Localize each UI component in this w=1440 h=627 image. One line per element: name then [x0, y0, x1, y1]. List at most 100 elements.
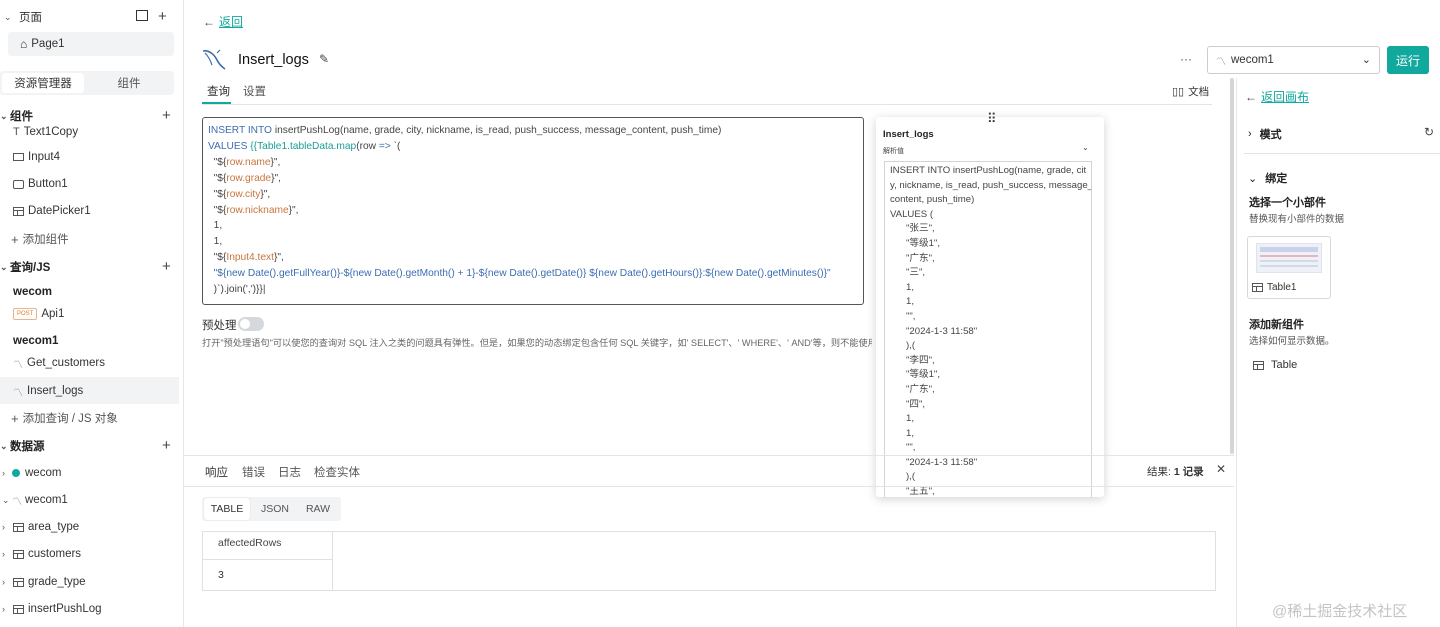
evaluated-line: ),(	[890, 340, 916, 352]
widget-item[interactable]: DatePicker1	[13, 200, 91, 222]
evaluated-line: "张三",	[890, 223, 935, 235]
code-token: "${new Date().getFullYear()}-${new Date(…	[208, 268, 831, 280]
add-page-icon[interactable]: +	[158, 9, 167, 24]
select-widget-desc: 替换现有小部件的数据	[1249, 214, 1345, 225]
add-widget-link[interactable]: + 添加组件	[11, 228, 69, 250]
code-token: "${	[208, 252, 227, 264]
table-item[interactable]: › area_type	[2, 516, 79, 538]
datasource-wecom1[interactable]: ⌄ 〽 wecom1	[2, 489, 68, 511]
format-json[interactable]: JSON	[254, 498, 296, 520]
query-item-get-customers[interactable]: 〽 Get_customers	[13, 352, 105, 374]
table-icon	[13, 577, 24, 587]
datasource-wecom[interactable]: › wecom	[2, 462, 61, 484]
docs-label: 文档	[1188, 86, 1210, 98]
evaluated-line: INSERT INTO insertPushLog(name, grade, c…	[890, 165, 1087, 176]
popup-subtitle: 解析值	[883, 148, 904, 155]
evaluated-line: "",	[890, 442, 916, 454]
bind-section[interactable]: ⌄ 绑定	[1248, 170, 1287, 186]
evaluated-line: "等级1",	[890, 369, 940, 381]
tab-logs[interactable]: 日志	[278, 464, 301, 480]
query-title[interactable]: Insert_logs	[238, 52, 309, 68]
chevron-down-icon[interactable]: ⌄	[1082, 143, 1089, 152]
table-icon	[13, 549, 24, 559]
refresh-icon[interactable]: ↻	[1424, 125, 1434, 139]
chevron-right-icon: ›	[2, 604, 5, 614]
more-options-icon[interactable]: ···	[1180, 52, 1192, 66]
mode-section[interactable]: › 模式	[1248, 126, 1282, 142]
docs-link[interactable]: ▯▯ 文档	[1172, 84, 1209, 99]
table-icon	[1253, 360, 1264, 370]
format-table[interactable]: TABLE	[204, 498, 250, 520]
tab-widgets[interactable]: 组件	[86, 73, 172, 93]
widget-card-name: Table1	[1267, 282, 1297, 293]
evaluated-line: 1,	[890, 413, 914, 425]
add-datasource-icon[interactable]: +	[162, 438, 171, 453]
code-token: }",	[270, 156, 281, 168]
code-token: row.nickname	[226, 204, 289, 216]
table-item[interactable]: › customers	[2, 543, 81, 565]
pages-label: 页面	[19, 12, 42, 24]
prepared-description: 打开"预处理语句"可以使您的查询对 SQL 注入之类的问题具有弹性。但是，如果您…	[202, 338, 872, 348]
code-token: }",	[288, 204, 299, 216]
widget-card-table1[interactable]: Table1	[1247, 236, 1331, 299]
evaluated-line: VALUES (	[890, 208, 934, 220]
home-icon: ⌂	[20, 37, 28, 51]
table-label: customers	[28, 548, 82, 560]
arrow-left-icon: ←	[203, 14, 215, 29]
back-to-canvas-label: 返回画布	[1261, 90, 1310, 104]
text-cursor: |	[262, 284, 266, 296]
page-item-page1[interactable]: ⌂ Page1	[8, 32, 174, 56]
widget-item[interactable]: Button1	[13, 173, 68, 195]
tab-inspect-entity[interactable]: 检查实体	[314, 464, 360, 480]
code-token: Table1.tableData.map	[257, 140, 357, 152]
edit-pencil-icon[interactable]: ✎	[319, 52, 329, 66]
tab-explorer[interactable]: 资源管理器	[2, 73, 84, 93]
editor-scrollbar[interactable]	[1230, 78, 1234, 454]
plus-icon: +	[11, 410, 19, 426]
prepared-toggle[interactable]	[238, 317, 264, 331]
query-item-api1[interactable]: POST Api1	[13, 303, 64, 325]
layout-icon[interactable]	[136, 10, 148, 21]
datasource-select[interactable]: 〽 wecom1 ⌄	[1207, 46, 1380, 74]
add-new-widget-title: 添加新组件	[1249, 319, 1304, 331]
evaluated-line: "四",	[890, 398, 926, 410]
table-label: grade_type	[28, 576, 86, 588]
datasources-section[interactable]: ⌄ 数据源	[0, 435, 45, 457]
tab-query[interactable]: 查询	[207, 83, 230, 99]
group-wecom: wecom	[13, 286, 52, 298]
widget-item[interactable]: T Text1Copy	[13, 120, 78, 138]
right-panel	[1236, 78, 1440, 627]
format-raw[interactable]: RAW	[298, 498, 338, 520]
chevron-down-icon: ⌄	[0, 261, 8, 272]
code-token: =>	[378, 140, 391, 152]
mysql-icon: 〽	[1216, 56, 1226, 68]
drag-handle-icon[interactable]: ⠿	[987, 111, 996, 127]
table-item[interactable]: › grade_type	[2, 571, 86, 593]
code-token: row.grade	[226, 172, 272, 184]
chevron-right-icon: ›	[1248, 128, 1252, 140]
tab-errors[interactable]: 错误	[242, 464, 265, 480]
evaluated-line: "三",	[890, 267, 926, 279]
add-query-icon[interactable]: +	[162, 259, 171, 274]
close-icon[interactable]: ✕	[1216, 462, 1226, 476]
add-widget-icon[interactable]: +	[162, 108, 171, 123]
run-button[interactable]: 运行	[1387, 46, 1429, 74]
add-table-option[interactable]: Table	[1253, 359, 1297, 371]
bottom-panel-divider	[184, 455, 1234, 456]
add-query-link[interactable]: + 添加查询 / JS 对象	[11, 407, 118, 429]
watermark: @稀土掘金技术社区	[1272, 603, 1408, 620]
pages-header[interactable]: ⌄ 页面	[4, 6, 42, 28]
query-item-insert-logs[interactable]: 〽 Insert_logs	[13, 380, 83, 402]
query-editor[interactable]: INSERT INTO insertPushLog(name, grade, c…	[202, 117, 864, 305]
widget-item[interactable]: Input4	[13, 146, 60, 168]
table-item[interactable]: › insertPushLog	[2, 598, 102, 620]
tab-settings[interactable]: 设置	[243, 83, 266, 99]
group-wecom1: wecom1	[13, 335, 59, 347]
back-to-canvas-link[interactable]: ← 返回画布	[1245, 88, 1309, 105]
back-link[interactable]: ← 返回	[203, 13, 243, 30]
queries-section[interactable]: ⌄ 查询/JS	[0, 256, 50, 278]
code-token: }",	[273, 252, 284, 264]
button-icon	[13, 179, 24, 189]
tab-response[interactable]: 响应	[205, 464, 228, 480]
evaluated-line: "广东",	[890, 383, 935, 395]
